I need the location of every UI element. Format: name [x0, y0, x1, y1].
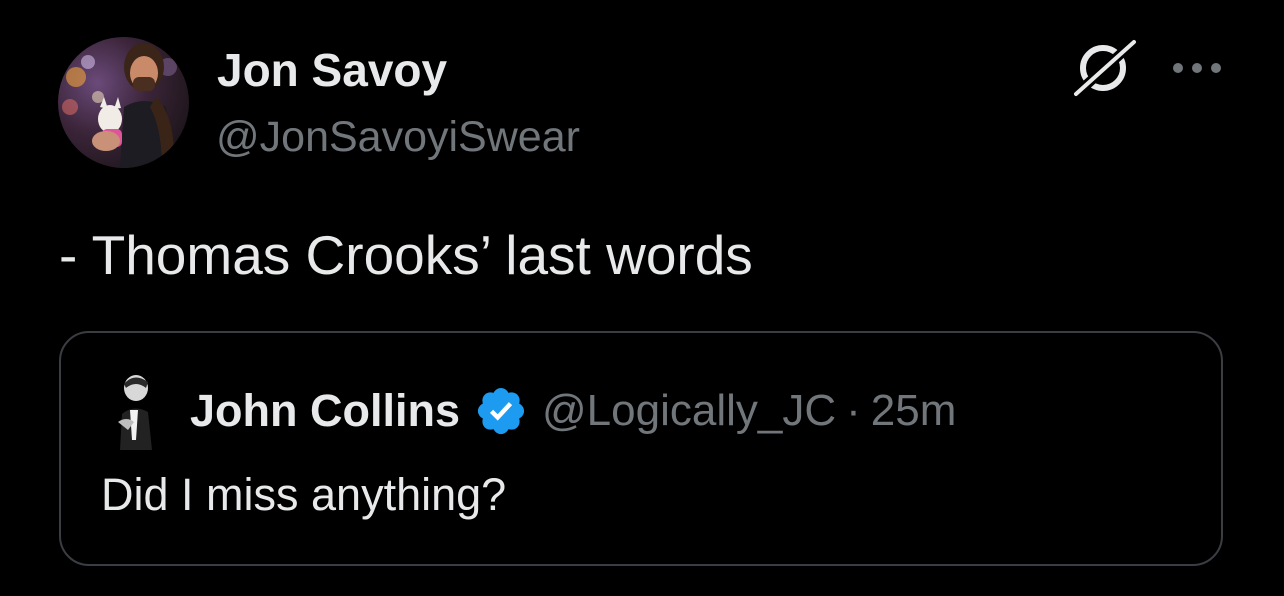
separator-dot: ·: [846, 386, 861, 435]
author-name[interactable]: Jon Savoy: [217, 42, 447, 98]
verified-badge-icon[interactable]: [474, 384, 528, 438]
grok-icon[interactable]: [1070, 36, 1140, 100]
quoted-author-name[interactable]: John Collins: [190, 385, 460, 437]
quoted-author-avatar-icon[interactable]: [104, 370, 164, 450]
author-avatar[interactable]: [58, 37, 189, 168]
quoted-tweet-card[interactable]: John Collins @Logically_JC · 25m Did I m…: [59, 331, 1223, 566]
quoted-tweet-time[interactable]: 25m: [871, 386, 957, 436]
quoted-tweet-header: John Collins @Logically_JC · 25m: [190, 383, 956, 439]
quoted-tweet-text: Did I miss anything?: [101, 469, 507, 520]
author-handle[interactable]: @JonSavoyiSwear: [216, 111, 580, 163]
more-icon[interactable]: [1170, 56, 1224, 80]
tweet-text: - Thomas Crooks’ last words: [59, 224, 753, 286]
profile-photo-icon: [58, 37, 189, 168]
quoted-author-handle[interactable]: @Logically_JC: [542, 386, 836, 436]
